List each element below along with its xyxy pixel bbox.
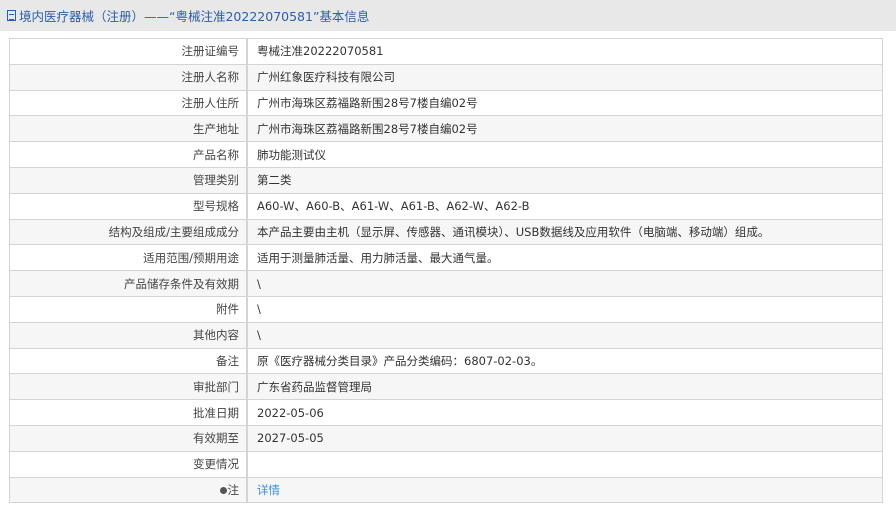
row-value: 适用于测量肺活量、用力肺活量、最大通气量。 [247, 244, 883, 272]
table-row: 其他内容 \ [9, 322, 883, 349]
table-row: 有效期至 2027-05-05 [9, 425, 883, 452]
label-text: 其他内容 [193, 328, 239, 343]
row-label: 注 [9, 477, 248, 504]
table-row: 适用范围/预期用途 适用于测量肺活量、用力肺活量、最大通气量。 [9, 244, 883, 272]
label-text: 结构及组成/主要组成成分 [108, 224, 239, 239]
page-header: 境内医疗器械（注册）——“粤械注准20222070581”基本信息 [0, 0, 896, 31]
row-value: \ [247, 270, 883, 297]
row-label: 注册人住所 [9, 90, 248, 117]
row-value: 广州红象医疗科技有限公司 [247, 64, 883, 91]
value-text: 原《医疗器械分类目录》产品分类编码：6807-02-03。 [257, 353, 543, 368]
label-text: 型号规格 [193, 199, 239, 214]
table-row: 备注 原《医疗器械分类目录》产品分类编码：6807-02-03。 [9, 348, 883, 375]
table-row: 批准日期 2022-05-06 [9, 399, 883, 426]
row-value: A60-W、A60-B、A61-W、A61-B、A62-W、A62-B [247, 193, 883, 220]
row-value: 2027-05-05 [247, 425, 883, 452]
row-label: 备注 [9, 348, 248, 375]
value-text: \ [257, 328, 261, 343]
value-text: 广州市海珠区荔福路新围28号7楼自编02号 [257, 95, 478, 110]
label-text: 审批部门 [193, 379, 239, 394]
table-row: 产品名称 肺功能测试仪 [9, 141, 883, 168]
table-row: 注册证编号 粤械注准20222070581 [9, 38, 883, 65]
label-text: 备注 [216, 353, 239, 368]
label-text: 产品名称 [193, 147, 239, 162]
table-row: 注 详情 [9, 477, 883, 504]
value-text: 广州市海珠区荔福路新围28号7楼自编02号 [257, 121, 478, 136]
value-text: 适用于测量肺活量、用力肺活量、最大通气量。 [257, 250, 499, 265]
page-title: 境内医疗器械（注册）——“粤械注准20222070581”基本信息 [19, 9, 370, 24]
value-text: 2022-05-06 [257, 405, 324, 420]
row-value: 广州市海珠区荔福路新围28号7楼自编02号 [247, 115, 883, 143]
table-row: 附件 \ [9, 296, 883, 323]
value-text: 广州红象医疗科技有限公司 [257, 70, 395, 85]
table-row: 注册人住所 广州市海珠区荔福路新围28号7楼自编02号 [9, 90, 883, 117]
label-text: 变更情况 [193, 457, 239, 472]
row-label: 适用范围/预期用途 [9, 244, 248, 272]
value-text: \ [257, 302, 261, 317]
row-label: 结构及组成/主要组成成分 [9, 219, 248, 246]
row-label: 生产地址 [9, 115, 248, 143]
row-label: 型号规格 [9, 193, 248, 220]
row-value [247, 451, 883, 478]
label-text: 管理类别 [193, 173, 239, 188]
row-label: 注册证编号 [9, 38, 248, 65]
row-label: 产品名称 [9, 141, 248, 168]
label-text: 注册证编号 [181, 44, 240, 59]
row-label: 变更情况 [9, 451, 248, 478]
table-row: 注册人名称 广州红象医疗科技有限公司 [9, 64, 883, 91]
row-value: 肺功能测试仪 [247, 141, 883, 168]
label-text: 有效期至 [193, 431, 239, 446]
row-value: 第二类 [247, 167, 883, 194]
row-value: 原《医疗器械分类目录》产品分类编码：6807-02-03。 [247, 348, 883, 375]
table-row: 审批部门 广东省药品监督管理局 [9, 373, 883, 401]
table-row: 生产地址 广州市海珠区荔福路新围28号7楼自编02号 [9, 115, 883, 143]
row-label: 审批部门 [9, 373, 248, 401]
label-text: 附件 [216, 302, 239, 317]
value-text: 粤械注准20222070581 [257, 44, 384, 59]
table-row: 变更情况 [9, 451, 883, 478]
value-text: 肺功能测试仪 [257, 147, 326, 162]
table-row: 产品储存条件及有效期 \ [9, 270, 883, 297]
row-label: 注册人名称 [9, 64, 248, 91]
row-label: 附件 [9, 296, 248, 323]
pin-icon [219, 486, 227, 494]
label-text: 产品储存条件及有效期 [124, 276, 239, 291]
row-label: 批准日期 [9, 399, 248, 426]
table-row: 管理类别 第二类 [9, 167, 883, 194]
row-label: 其他内容 [9, 322, 248, 349]
row-label: 有效期至 [9, 425, 248, 452]
label-text: 生产地址 [193, 121, 239, 136]
row-value: \ [247, 322, 883, 349]
row-value: 本产品主要由主机（显示屏、传感器、通讯模块）、USB数据线及应用软件（电脑端、移… [247, 219, 883, 246]
row-value: \ [247, 296, 883, 323]
label-text: 注册人名称 [181, 70, 240, 85]
document-icon [7, 10, 16, 21]
value-text: 第二类 [257, 173, 292, 188]
row-value: 广东省药品监督管理局 [247, 373, 883, 401]
row-value: 2022-05-06 [247, 399, 883, 426]
value-text: A60-W、A60-B、A61-W、A61-B、A62-W、A62-B [257, 199, 530, 214]
row-value: 广州市海珠区荔福路新围28号7楼自编02号 [247, 90, 883, 117]
details-link[interactable]: 详情 [257, 483, 280, 497]
label-text: 注册人住所 [181, 95, 240, 110]
row-label: 产品储存条件及有效期 [9, 270, 248, 297]
value-text: 本产品主要由主机（显示屏、传感器、通讯模块）、USB数据线及应用软件（电脑端、移… [257, 224, 770, 239]
row-value: 粤械注准20222070581 [247, 38, 883, 65]
row-value: 详情 [247, 477, 883, 504]
value-text: \ [257, 276, 261, 291]
row-label: 管理类别 [9, 167, 248, 194]
table-row: 结构及组成/主要组成成分 本产品主要由主机（显示屏、传感器、通讯模块）、USB数据… [9, 219, 883, 246]
table-row: 型号规格 A60-W、A60-B、A61-W、A61-B、A62-W、A62-B [9, 193, 883, 220]
value-text: 2027-05-05 [257, 431, 324, 446]
label-text: 注 [227, 482, 240, 497]
value-text: 广东省药品监督管理局 [257, 379, 372, 394]
label-text: 适用范围/预期用途 [143, 250, 239, 265]
label-text: 批准日期 [193, 405, 239, 420]
info-table: 注册证编号 粤械注准20222070581 注册人名称 广州红象医疗科技有限公司 注册人… [9, 38, 883, 504]
